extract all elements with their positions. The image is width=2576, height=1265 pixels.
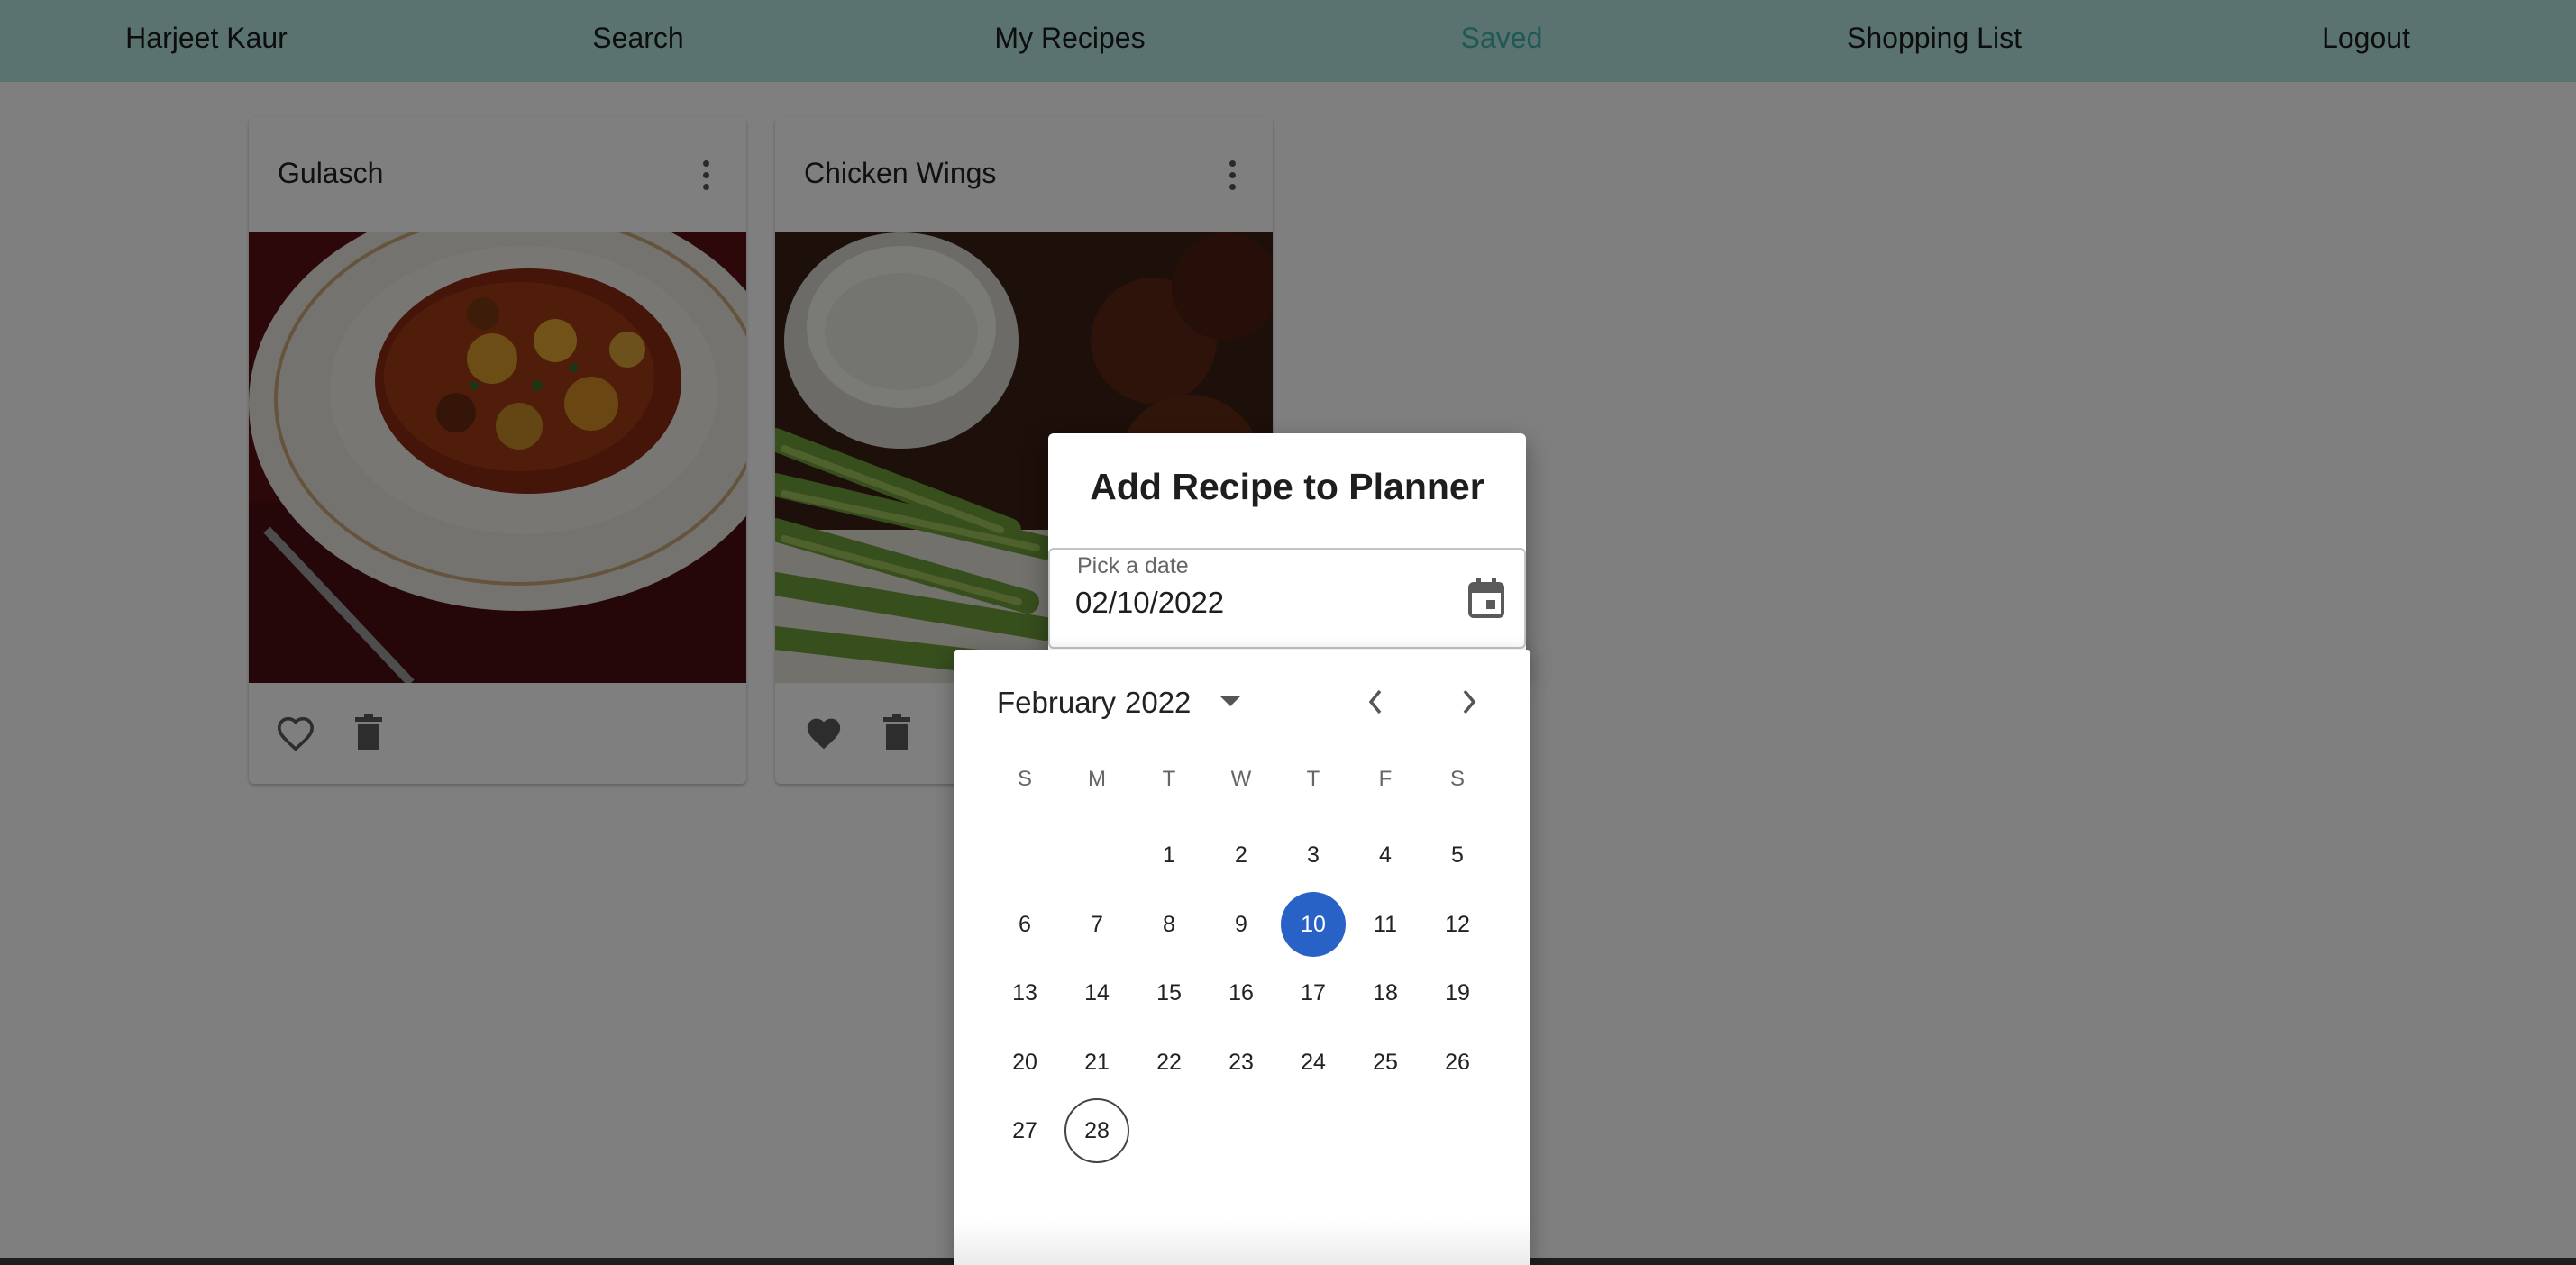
calendar-day-selected[interactable]: 10: [1281, 891, 1346, 957]
calendar-day[interactable]: 18: [1353, 960, 1418, 1025]
calendar-day[interactable]: 4: [1353, 823, 1418, 887]
calendar-day[interactable]: 27: [992, 1098, 1057, 1163]
calendar-day[interactable]: 15: [1137, 960, 1201, 1025]
calendar-day[interactable]: 11: [1353, 892, 1418, 957]
calendar-day[interactable]: 9: [1209, 892, 1274, 957]
calendar-day[interactable]: 13: [992, 960, 1057, 1025]
date-input-value[interactable]: 02/10/2022: [1075, 586, 1224, 620]
weekday-label: T: [1306, 767, 1320, 791]
calendar-day[interactable]: 26: [1425, 1030, 1490, 1095]
calendar-day[interactable]: 21: [1064, 1030, 1129, 1095]
calendar-day[interactable]: 19: [1425, 960, 1490, 1025]
calendar-icon[interactable]: [1468, 578, 1504, 618]
date-input-label: Pick a date: [1073, 553, 1192, 579]
calendar-day[interactable]: 14: [1064, 960, 1129, 1025]
chevron-right-icon[interactable]: [1460, 686, 1478, 718]
calendar-day[interactable]: 24: [1281, 1030, 1346, 1095]
date-input[interactable]: Pick a date 02/10/2022: [1048, 548, 1526, 649]
calendar-day[interactable]: 5: [1425, 823, 1490, 887]
weekday-label: M: [1088, 767, 1106, 791]
chevron-left-icon[interactable]: [1366, 686, 1384, 718]
calendar-day[interactable]: 22: [1137, 1030, 1201, 1095]
dropdown-arrow-icon[interactable]: [1220, 696, 1240, 707]
weekday-label: S: [1017, 767, 1032, 791]
calendar-day[interactable]: 6: [992, 892, 1057, 957]
weekday-label: S: [1449, 767, 1465, 791]
weekday-label: F: [1378, 767, 1393, 791]
calendar-day[interactable]: 12: [1425, 892, 1490, 957]
calendar-day[interactable]: 8: [1137, 892, 1201, 957]
dialog-title: Add Recipe to Planner: [1090, 466, 1484, 507]
calendar-month-label[interactable]: February: [997, 686, 1116, 720]
calendar-fade: [954, 1220, 1530, 1265]
calendar-day[interactable]: 28: [1064, 1098, 1129, 1163]
calendar-day[interactable]: 3: [1281, 823, 1346, 887]
date-picker-calendar: February 2022 S M T W T F S 1 2 3 4 5 6 7 8 9 10 1…: [954, 650, 1530, 1265]
weekday-label: W: [1230, 767, 1252, 791]
calendar-day[interactable]: 23: [1209, 1030, 1274, 1095]
calendar-day[interactable]: 17: [1281, 960, 1346, 1025]
calendar-day[interactable]: 16: [1209, 960, 1274, 1025]
calendar-day[interactable]: 20: [992, 1030, 1057, 1095]
calendar-day[interactable]: 2: [1209, 823, 1274, 887]
calendar-day[interactable]: 25: [1353, 1030, 1418, 1095]
calendar-day[interactable]: 1: [1137, 823, 1201, 887]
weekday-label: T: [1162, 767, 1176, 791]
calendar-year-label[interactable]: 2022: [1125, 686, 1191, 720]
calendar-day[interactable]: 7: [1064, 892, 1129, 957]
